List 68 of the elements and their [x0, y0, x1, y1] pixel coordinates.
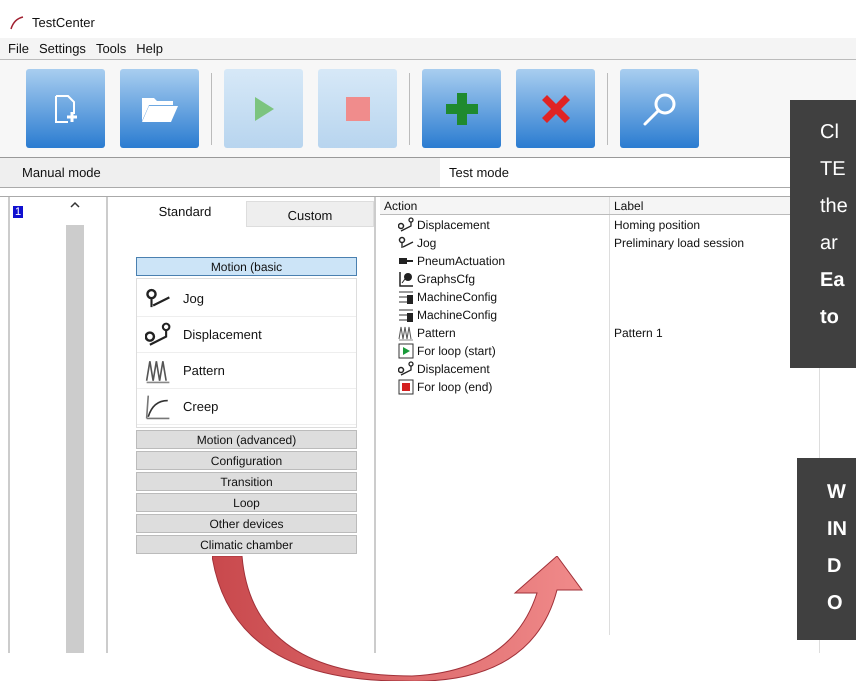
- palette-item[interactable]: Pattern: [137, 353, 356, 389]
- menu-item[interactable]: Settings: [38, 38, 86, 58]
- loop-start-icon: [398, 343, 414, 359]
- toolbar-button[interactable]: [422, 69, 501, 148]
- curve-icon: [145, 394, 171, 420]
- displacement-icon: [398, 217, 414, 233]
- callout-text: Ea: [820, 268, 844, 293]
- wave-icon: [398, 325, 414, 341]
- palette-item[interactable]: Displacement: [137, 317, 356, 353]
- callout-text: TE: [820, 157, 846, 182]
- toolbar-button[interactable]: [516, 69, 595, 148]
- search-icon: [642, 90, 678, 126]
- callout-text: the: [820, 194, 848, 219]
- callout-text: O: [827, 591, 843, 616]
- action-row[interactable]: Pattern: [380, 324, 609, 342]
- palette-item[interactable]: Creep: [137, 389, 356, 425]
- toolbar-button[interactable]: [620, 69, 699, 148]
- action-row[interactable]: Displacement: [380, 216, 609, 234]
- callout-text: Cl: [820, 120, 839, 145]
- category-header[interactable]: Transition: [136, 472, 357, 491]
- jog-icon: [398, 235, 414, 251]
- category-header[interactable]: Loop: [136, 493, 357, 512]
- column-header[interactable]: Label: [614, 197, 644, 214]
- category-header[interactable]: Configuration: [136, 451, 357, 470]
- action-row[interactable]: MachineConfig: [380, 288, 609, 306]
- row-number: 1: [13, 206, 24, 218]
- callout-text: to: [820, 305, 839, 330]
- action-row[interactable]: PneumActuation: [380, 252, 609, 270]
- chart-gear-icon: [398, 271, 414, 287]
- loop-end-icon: [398, 379, 414, 395]
- category-header[interactable]: Other devices: [136, 514, 357, 533]
- palette-tab[interactable]: Custom: [246, 201, 374, 227]
- category-header[interactable]: Climatic chamber: [136, 535, 357, 554]
- column-header[interactable]: Action: [380, 197, 610, 214]
- sliders-icon: [398, 307, 414, 323]
- play-icon: [252, 96, 274, 122]
- menu-item[interactable]: Tools: [96, 38, 126, 58]
- window-title: TestCenter: [32, 14, 95, 32]
- new-document-icon: [54, 94, 78, 124]
- menu-item[interactable]: Help: [136, 38, 164, 58]
- action-row[interactable]: For loop (end): [380, 378, 609, 396]
- palette-item[interactable]: Jog: [137, 281, 356, 317]
- label-cell-text: Pattern 1: [614, 325, 663, 342]
- callout-text: ar: [820, 231, 838, 256]
- action-row[interactable]: Jog: [380, 234, 609, 252]
- label-cell-text: Homing position: [614, 217, 700, 234]
- action-row[interactable]: For loop (start): [380, 342, 609, 360]
- action-row[interactable]: GraphsCfg: [380, 270, 609, 288]
- sliders-icon: [398, 289, 414, 305]
- displacement-icon: [145, 322, 171, 348]
- toolbar-button[interactable]: [120, 69, 199, 148]
- app-logo-icon: [10, 16, 24, 30]
- mode-label: Manual mode: [21, 164, 102, 182]
- menu-item[interactable]: File: [8, 38, 29, 58]
- cross-icon: [540, 92, 572, 124]
- label-cell-text: Preliminary load session: [614, 235, 744, 252]
- toolbar-button[interactable]: [26, 69, 105, 148]
- action-row[interactable]: MachineConfig: [380, 306, 609, 324]
- category-header[interactable]: Motion (basic: [136, 257, 357, 276]
- scrollbar-track[interactable]: [66, 225, 84, 653]
- action-row[interactable]: Displacement: [380, 360, 609, 378]
- plus-icon: [444, 92, 478, 126]
- displacement-icon: [398, 361, 414, 377]
- callout-text: D: [827, 554, 842, 579]
- callout-text: W: [827, 480, 846, 505]
- stop-icon: [346, 96, 370, 120]
- callout-text: IN: [827, 517, 847, 542]
- category-header[interactable]: Motion (advanced): [136, 430, 357, 449]
